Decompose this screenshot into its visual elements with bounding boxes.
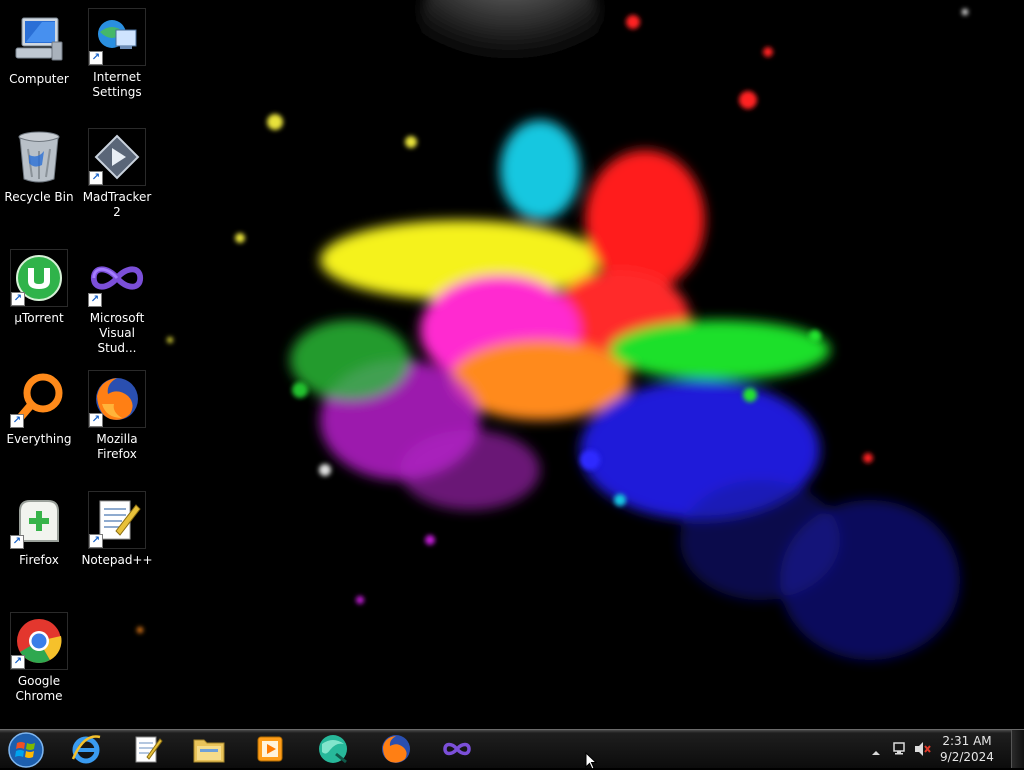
- desktop-icon-notepadpp[interactable]: ↗ Notepad++: [79, 491, 155, 568]
- computer-icon: [10, 10, 68, 68]
- shortcut-arrow-icon: ↗: [89, 413, 103, 427]
- everything-search-icon: ↗: [10, 370, 68, 428]
- network-icon: [893, 742, 905, 755]
- chrome-icon: ↗: [10, 612, 68, 670]
- desktop-icon-internet-settings[interactable]: ↗ Internet Settings: [79, 8, 155, 100]
- taskbar-pinned-internet-explorer[interactable]: [59, 731, 113, 767]
- green-sphere-icon: [319, 735, 347, 764]
- start-button[interactable]: [6, 732, 46, 768]
- shortcut-arrow-icon: ↗: [10, 414, 24, 428]
- firefox-icon: [382, 735, 410, 763]
- desktop-icon-utorrent[interactable]: ↗ µTorrent: [1, 249, 77, 326]
- network-tray-button[interactable]: [892, 741, 908, 761]
- madtracker-icon: ↗: [88, 128, 146, 186]
- file-explorer-icon: [193, 739, 225, 763]
- desktop-icon-mozilla-firefox[interactable]: ↗ Mozilla Firefox: [79, 370, 155, 462]
- visual-studio-icon: [443, 742, 471, 756]
- taskbar-pinned-firefox[interactable]: [369, 731, 423, 767]
- desktop-icon-google-chrome[interactable]: ↗ Google Chrome: [1, 612, 77, 704]
- desktop-icon-firefox[interactable]: ↗ Firefox: [1, 491, 77, 568]
- shortcut-arrow-icon: ↗: [88, 293, 102, 307]
- shortcut-arrow-icon: ↗: [11, 292, 25, 306]
- utorrent-icon: ↗: [10, 249, 68, 307]
- desktop-icon-label: Mozilla Firefox: [96, 432, 138, 461]
- desktop-icon-label: Microsoft Visual Stud...: [89, 311, 145, 355]
- shortcut-arrow-icon: ↗: [11, 655, 25, 669]
- desktop-icon-label: Google Chrome: [15, 674, 63, 703]
- notification-area: 2:31 AM 9/2/2024: [864, 730, 1024, 768]
- internet-settings-icon: ↗: [88, 8, 146, 66]
- desktop-icon-computer[interactable]: Computer: [1, 10, 77, 87]
- desktop-icon-recycle-bin[interactable]: Recycle Bin: [1, 128, 77, 205]
- desktop-icon-everything[interactable]: ↗ Everything: [1, 370, 77, 447]
- taskbar-pinned-file-explorer[interactable]: [182, 731, 236, 767]
- taskbar-pinned-media-player[interactable]: [243, 731, 297, 767]
- windows-start-orb-icon: [8, 732, 44, 768]
- shortcut-arrow-icon: ↗: [10, 535, 24, 549]
- taskbar-pinned-notepad[interactable]: [120, 731, 174, 767]
- desktop-icon-madtracker[interactable]: ↗ MadTracker 2: [79, 128, 155, 220]
- volume-tray-button[interactable]: [914, 741, 932, 761]
- desktop-icon-label: Firefox: [19, 553, 59, 567]
- desktop-icon-label: Computer: [9, 72, 69, 86]
- show-desktop-button[interactable]: [1011, 730, 1024, 768]
- volume-muted-icon: [915, 742, 931, 756]
- clock-date: 9/2/2024: [940, 750, 994, 764]
- desktop-icon-label: Everything: [6, 432, 72, 446]
- desktop-icon-label: Internet Settings: [92, 70, 142, 99]
- desktop-icon-visual-studio[interactable]: ↗ Microsoft Visual Stud...: [79, 249, 155, 356]
- media-player-icon: [257, 736, 283, 762]
- shortcut-arrow-icon: ↗: [89, 534, 103, 548]
- firefox-icon: ↗: [88, 370, 146, 428]
- visual-studio-icon: ↗: [88, 249, 146, 307]
- internet-explorer-icon: [71, 735, 101, 764]
- mouse-pointer-icon: [585, 752, 597, 770]
- taskbar-clock[interactable]: 2:31 AM 9/2/2024: [932, 733, 1002, 765]
- show-hidden-icons-button[interactable]: [871, 743, 881, 762]
- desktop-icon-label: Recycle Bin: [4, 190, 74, 204]
- taskbar: 2:31 AM 9/2/2024: [0, 729, 1024, 768]
- recycle-bin-icon: [10, 128, 68, 186]
- firefox-profile-icon: ↗: [10, 491, 68, 549]
- clock-time: 2:31 AM: [942, 734, 992, 748]
- shortcut-arrow-icon: ↗: [89, 171, 103, 185]
- taskbar-pinned-visual-studio[interactable]: [430, 731, 484, 767]
- shortcut-arrow-icon: ↗: [89, 51, 103, 65]
- desktop-icon-label: Notepad++: [81, 553, 153, 567]
- taskbar-pinned-green-sphere-app[interactable]: [306, 731, 360, 767]
- desktop-icon-label: µTorrent: [14, 311, 64, 325]
- desktop-icon-label: MadTracker 2: [82, 190, 152, 219]
- notepadpp-icon: ↗: [88, 491, 146, 549]
- notepad-icon: [135, 736, 163, 763]
- show-hidden-icons-arrow-icon: [872, 751, 880, 755]
- desktop-wallpaper: [0, 0, 1024, 729]
